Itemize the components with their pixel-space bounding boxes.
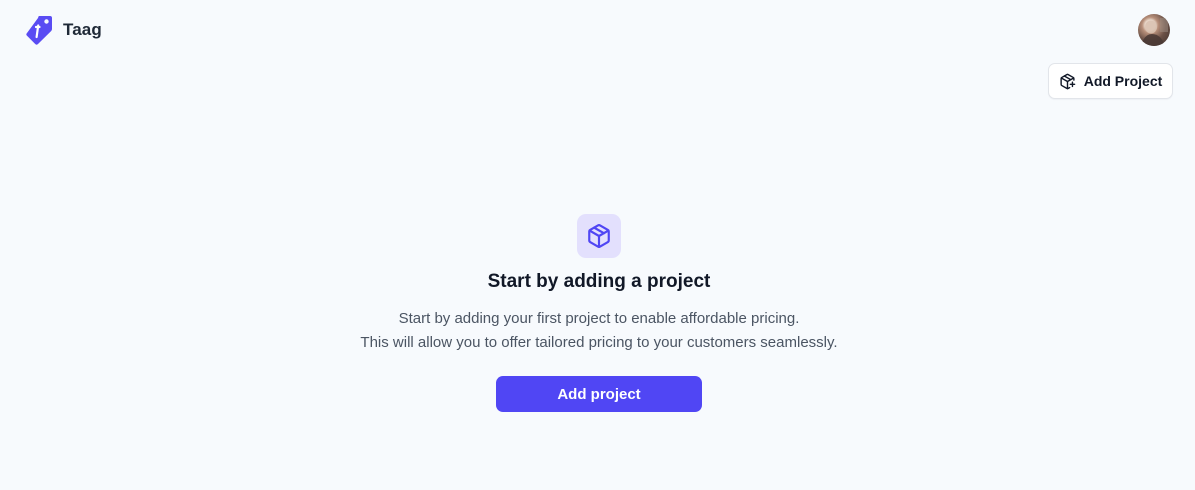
page: Taag Add Project Start by adding a proje… [0, 0, 1195, 490]
user-avatar[interactable] [1138, 14, 1170, 46]
empty-state-description: Start by adding your first project to en… [0, 307, 1195, 355]
price-tag-icon [26, 16, 52, 45]
empty-state-title: Start by adding a project [487, 271, 711, 292]
empty-state-icon-tile [577, 214, 621, 258]
brand[interactable]: Taag [25, 14, 102, 46]
description-line-2: This will allow you to offer tailored pr… [360, 334, 838, 351]
avatar-image [1141, 18, 1168, 46]
description-line-1: Start by adding your first project to en… [398, 310, 800, 327]
add-project-button-header[interactable]: Add Project [1048, 63, 1173, 99]
package-icon [588, 224, 610, 248]
package-plus-icon [1060, 73, 1075, 89]
brand-name: Taag [63, 20, 102, 39]
add-project-button[interactable]: Add project [496, 376, 702, 412]
add-project-label: Add Project [1083, 73, 1163, 89]
